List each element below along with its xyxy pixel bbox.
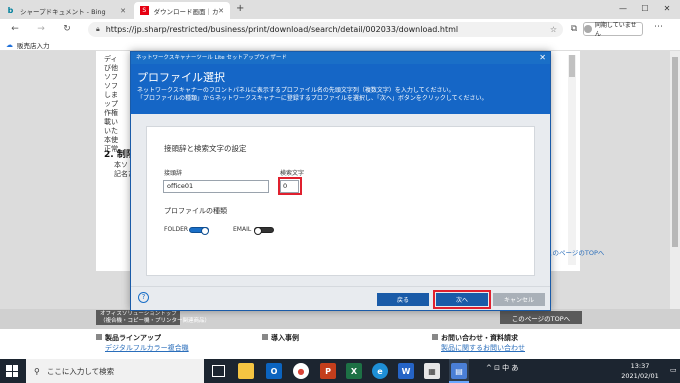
favorite-item[interactable]: 販売店入力: [17, 40, 50, 50]
search-icon: ⚲: [34, 366, 40, 376]
footer-heading: お問い合わせ・資料請求: [441, 334, 518, 342]
window-close-button[interactable]: ✕: [656, 0, 678, 19]
tab-label: ダウンロード画面｜カテゴリーから探す: [153, 7, 219, 16]
square-icon: [96, 334, 102, 340]
back-button[interactable]: 戻る: [377, 293, 429, 306]
prefix-input[interactable]: office01: [163, 180, 269, 193]
prefix-label: 接頭辞: [164, 170, 183, 177]
back-arrow-icon[interactable]: ←: [8, 22, 22, 36]
chrome-icon[interactable]: ●: [293, 363, 309, 379]
profile-type-label: プロファイルの種類: [164, 207, 227, 215]
windows-start-icon[interactable]: [6, 365, 18, 377]
square-icon: [262, 334, 268, 340]
page-scrollbar[interactable]: [670, 51, 680, 348]
clock[interactable]: 13:37 2021/02/01: [612, 361, 668, 381]
task-view-icon[interactable]: [212, 365, 225, 377]
word-icon[interactable]: W: [398, 363, 414, 379]
settings-panel: 接頭辞と検索文字の設定 接頭辞 office01 検索文字 0 プロファイルの種…: [146, 126, 535, 276]
new-tab-button[interactable]: +: [236, 3, 244, 14]
footer-col-cases: 導入事例: [262, 333, 299, 343]
tab-bing[interactable]: b シャープドキュメント - Bing ✕: [0, 2, 132, 19]
address-toolbar: ← → ↻ 🔒︎ https://jp.sharp/restricted/bus…: [0, 19, 680, 39]
favorite-star-icon[interactable]: ☆: [550, 25, 557, 34]
notification-icon[interactable]: ▭: [670, 366, 677, 374]
file-explorer-icon[interactable]: [238, 363, 254, 379]
office-solution-top-button[interactable]: オフィスソリューショントップ （複合機・コピー機・プリンター関連商品）: [96, 310, 210, 325]
clock-date: 2021/02/01: [621, 372, 659, 380]
folder-toggle[interactable]: [189, 227, 209, 235]
url-text: https://jp.sharp/restricted/business/pri…: [105, 25, 459, 34]
outlook-icon[interactable]: O: [266, 363, 282, 379]
search-char-label: 検索文字: [280, 170, 305, 177]
tab-download[interactable]: S ダウンロード画面｜カテゴリーから探す ✕: [134, 2, 230, 19]
refresh-icon[interactable]: ↻: [60, 22, 74, 36]
dialog-footer: ? 戻る 次へ キャンセル: [131, 286, 550, 310]
cancel-button[interactable]: キャンセル: [493, 293, 545, 306]
forward-arrow-icon[interactable]: →: [34, 22, 48, 36]
taskbar-search-box[interactable]: ⚲ ここに入力して検索: [26, 359, 204, 383]
content-scrollbar[interactable]: [568, 55, 576, 265]
page-top-link[interactable]: このページのTOPへ: [546, 247, 604, 257]
active-app-slot[interactable]: ▤: [449, 359, 469, 383]
search-placeholder: ここに入力して検索: [46, 366, 115, 376]
powerpoint-icon[interactable]: P: [320, 363, 336, 379]
scroll-thumb[interactable]: [569, 55, 575, 77]
section-title: 接頭辞と検索文字の設定: [164, 144, 247, 153]
browser-tab-bar: b シャープドキュメント - Bing ✕ S ダウンロード画面｜カテゴリーから…: [0, 0, 680, 19]
dialog-window-title: ネットワークスキャナーツール Lite セットアップウィザード: [136, 55, 287, 61]
excel-icon[interactable]: X: [346, 363, 362, 379]
footer-heading: 製品ラインアップ: [105, 334, 161, 342]
footer-col-contact: お問い合わせ・資料請求 製品に関するお問い合わせ: [432, 333, 525, 353]
favorites-bar: ☁ 販売店入力: [0, 39, 680, 51]
taskbar: ⚲ ここに入力して検索 O ● P X e W ▦ ▤ ^ ⊡ 中 あ 13:3…: [0, 359, 680, 383]
email-label: EMAIL: [233, 226, 252, 233]
highlight-box: [278, 177, 302, 195]
dialog-header: プロファイル選択 ネットワークスキャナーのフロントパネルに表示するプロファイル名…: [131, 64, 550, 114]
clock-time: 13:37: [630, 362, 650, 370]
toggle-knob: [201, 227, 209, 235]
toggle-knob: [254, 227, 262, 235]
footer-links: 製品ラインアップ デジタルフルカラー複合機 導入事例 お問い合わせ・資料請求 製…: [0, 329, 680, 352]
avatar: [584, 25, 592, 33]
scroll-thumb[interactable]: [672, 57, 678, 247]
highlight-box: [433, 290, 491, 309]
help-icon[interactable]: ?: [138, 292, 149, 303]
dialog-description: 「プロファイルの種類」からネットワークスキャナーに登録するプロファイルを選択し、…: [137, 95, 488, 102]
footer-col-products: 製品ラインアップ デジタルフルカラー複合機: [96, 333, 189, 353]
dialog-titlebar: ネットワークスキャナーツール Lite セットアップウィザード ✕: [131, 52, 550, 64]
square-icon: [432, 334, 438, 340]
system-tray[interactable]: ^ ⊡ 中 あ: [486, 363, 518, 373]
footer-link[interactable]: 製品に関するお問い合わせ: [441, 344, 525, 352]
edge-icon[interactable]: e: [372, 363, 388, 379]
more-menu-icon[interactable]: ⋯: [654, 22, 663, 32]
email-toggle[interactable]: [254, 227, 274, 235]
close-icon[interactable]: ✕: [120, 7, 126, 15]
close-icon[interactable]: ✕: [218, 7, 224, 15]
url-field[interactable]: 🔒︎ https://jp.sharp/restricted/business/…: [88, 22, 563, 37]
sync-label: 同期していません: [594, 22, 637, 38]
sharp-favicon: S: [140, 6, 149, 15]
collections-icon[interactable]: ⧉: [567, 22, 581, 36]
page-top-button[interactable]: このページのTOPへ: [500, 311, 582, 324]
setup-wizard-dialog: ネットワークスキャナーツール Lite セットアップウィザード ✕ プロファイル…: [130, 51, 551, 311]
bing-icon: b: [7, 6, 14, 15]
maximize-button[interactable]: ☐: [634, 0, 656, 19]
app-icon[interactable]: ▦: [424, 363, 440, 379]
wizard-app-icon: ▤: [451, 363, 467, 379]
cloud-icon: ☁: [6, 40, 13, 49]
dialog-body: 接頭辞と検索文字の設定 接頭辞 office01 検索文字 0 プロファイルの種…: [131, 114, 550, 286]
lock-icon: 🔒︎: [96, 25, 100, 33]
footer-link[interactable]: デジタルフルカラー複合機: [105, 344, 189, 352]
folder-label: FOLDER: [164, 226, 189, 233]
footer-heading: 導入事例: [271, 334, 299, 342]
dialog-heading: プロファイル選択: [137, 71, 225, 84]
sync-button[interactable]: 同期していません: [583, 22, 643, 38]
close-icon[interactable]: ✕: [539, 52, 546, 64]
minimize-button[interactable]: —: [612, 0, 634, 19]
tab-label: シャープドキュメント - Bing: [20, 7, 106, 16]
